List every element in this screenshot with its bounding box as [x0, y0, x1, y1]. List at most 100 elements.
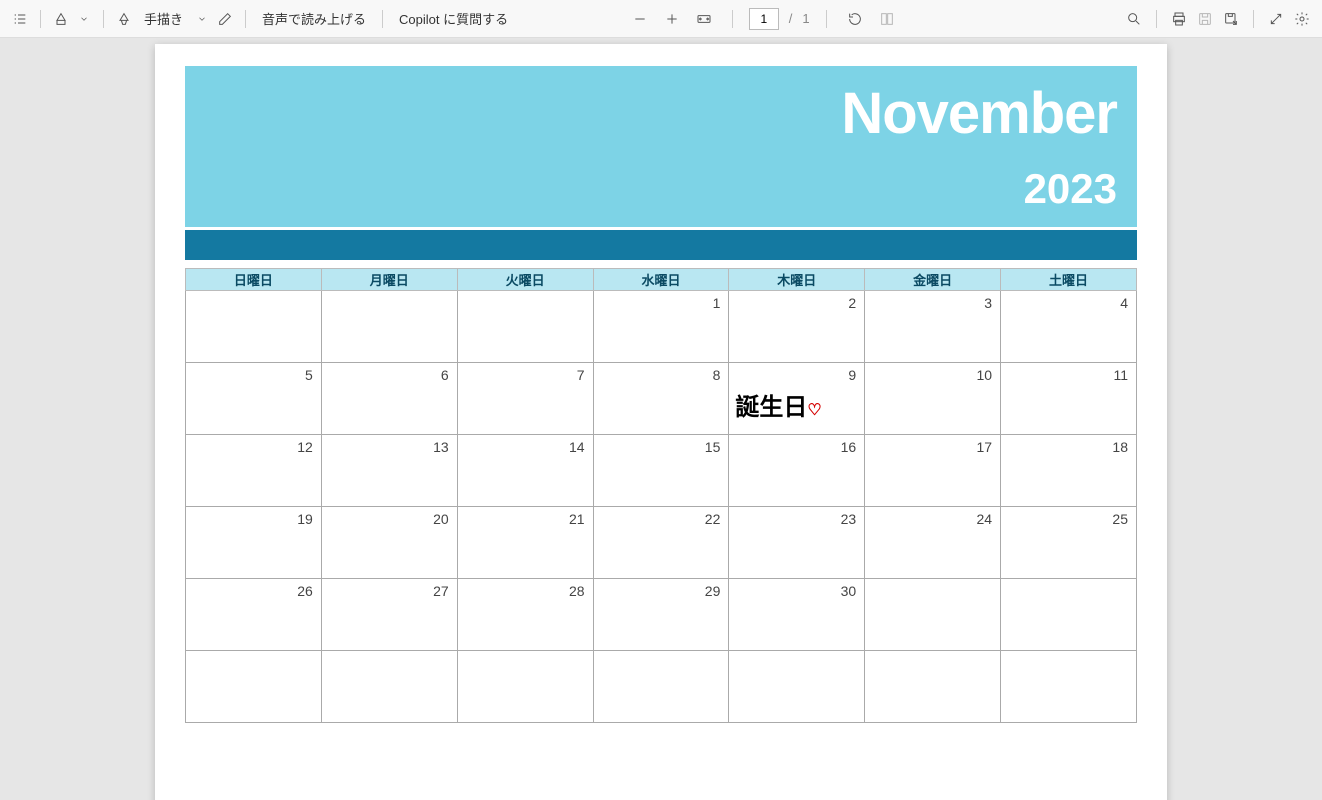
page: November 2023 日曜日 月曜日 火曜日 水曜日 木曜日 金曜日 土曜… [155, 44, 1167, 800]
gear-icon [1294, 11, 1310, 27]
calendar-row: 19202122232425 [186, 507, 1137, 579]
toolbar: 手描き 音声で読み上げる Copilot に質問する / 1 [0, 0, 1322, 38]
calendar-cell: 28 [457, 579, 593, 651]
day-header: 火曜日 [457, 269, 593, 291]
calendar-cell: 9誕生日♡ [729, 363, 865, 435]
calendar-cell: 21 [457, 507, 593, 579]
calendar-cell [865, 579, 1001, 651]
save-icon [1197, 11, 1213, 27]
year-title: 2023 [205, 165, 1117, 213]
rotate-button[interactable] [843, 6, 867, 32]
calendar-row [186, 651, 1137, 723]
calendar-cell: 18 [1001, 435, 1137, 507]
calendar-cell [1001, 651, 1137, 723]
search-icon [1126, 11, 1142, 27]
search-button[interactable] [1122, 6, 1146, 32]
chevron-down-icon [197, 11, 207, 27]
draw-dropdown[interactable] [191, 6, 213, 32]
chevron-down-icon [79, 11, 89, 27]
separator [40, 10, 41, 28]
read-aloud-label: 音声で読み上げる [262, 12, 366, 27]
page-view-icon [879, 11, 895, 27]
calendar-cell [186, 291, 322, 363]
calendar-row: 1234 [186, 291, 1137, 363]
eraser-button[interactable] [213, 6, 237, 32]
zoom-in-button[interactable] [660, 6, 684, 32]
calendar-cell [729, 651, 865, 723]
day-header: 月曜日 [321, 269, 457, 291]
page-view-button[interactable] [875, 6, 899, 32]
fit-icon [696, 11, 712, 27]
fit-button[interactable] [692, 6, 716, 32]
separator [245, 10, 246, 28]
sub-header-bar [185, 230, 1137, 260]
draw-button[interactable]: 手描き [136, 9, 191, 28]
zoom-out-button[interactable] [628, 6, 652, 32]
separator [1156, 10, 1157, 28]
calendar-cell: 20 [321, 507, 457, 579]
page-slash: / [789, 11, 793, 26]
heart-icon: ♡ [807, 402, 821, 419]
calendar-cell: 1 [593, 291, 729, 363]
save-button[interactable] [1193, 6, 1217, 32]
calendar-row: 56789誕生日♡1011 [186, 363, 1137, 435]
calendar-cell: 29 [593, 579, 729, 651]
calendar-row: 12131415161718 [186, 435, 1137, 507]
calendar-cell: 7 [457, 363, 593, 435]
table-of-contents-button[interactable] [8, 6, 32, 32]
calendar-cell [321, 291, 457, 363]
list-icon [12, 11, 28, 27]
calendar-cell: 26 [186, 579, 322, 651]
calendar-cell: 2 [729, 291, 865, 363]
day-header: 水曜日 [593, 269, 729, 291]
ink-text: 誕生日 [735, 395, 807, 421]
month-title: November [205, 80, 1117, 147]
ink-annotation: 誕生日♡ [735, 387, 821, 422]
separator [103, 10, 104, 28]
calendar-cell [321, 651, 457, 723]
rotate-icon [847, 11, 863, 27]
document-area[interactable]: November 2023 日曜日 月曜日 火曜日 水曜日 木曜日 金曜日 土曜… [0, 38, 1322, 800]
calendar-cell: 5 [186, 363, 322, 435]
day-header: 日曜日 [186, 269, 322, 291]
toolbar-right [1122, 6, 1314, 32]
calendar-cell: 15 [593, 435, 729, 507]
calendar-cell: 19 [186, 507, 322, 579]
minus-icon [632, 11, 648, 27]
pen-icon [116, 11, 132, 27]
separator [1253, 10, 1254, 28]
calendar-cell: 11 [1001, 363, 1137, 435]
calendar-cell: 4 [1001, 291, 1137, 363]
day-header-row: 日曜日 月曜日 火曜日 水曜日 木曜日 金曜日 土曜日 [186, 269, 1137, 291]
calendar-cell: 14 [457, 435, 593, 507]
toolbar-center: / 1 [628, 6, 899, 32]
print-icon [1171, 11, 1187, 27]
draw-pen-button[interactable] [112, 6, 136, 32]
calendar-cell: 27 [321, 579, 457, 651]
calendar-cell: 12 [186, 435, 322, 507]
page-number-input[interactable] [749, 8, 779, 30]
calendar-cell: 17 [865, 435, 1001, 507]
print-button[interactable] [1167, 6, 1191, 32]
ask-copilot-button[interactable]: Copilot に質問する [391, 9, 516, 28]
save-as-icon [1223, 11, 1239, 27]
save-as-button[interactable] [1219, 6, 1243, 32]
separator [732, 10, 733, 28]
day-header: 木曜日 [729, 269, 865, 291]
calendar-table: 日曜日 月曜日 火曜日 水曜日 木曜日 金曜日 土曜日 123456789誕生日… [185, 268, 1137, 723]
calendar-cell [457, 291, 593, 363]
plus-icon [664, 11, 680, 27]
expand-icon [1268, 11, 1284, 27]
calendar-cell: 3 [865, 291, 1001, 363]
highlighter-button[interactable] [49, 6, 73, 32]
calendar-cell: 10 [865, 363, 1001, 435]
calendar-cell [186, 651, 322, 723]
settings-button[interactable] [1290, 6, 1314, 32]
fullscreen-button[interactable] [1264, 6, 1288, 32]
read-aloud-button[interactable]: 音声で読み上げる [254, 9, 374, 28]
calendar-cell [457, 651, 593, 723]
separator [382, 10, 383, 28]
calendar-cell: 30 [729, 579, 865, 651]
eraser-icon [217, 11, 233, 27]
highlighter-dropdown[interactable] [73, 6, 95, 32]
